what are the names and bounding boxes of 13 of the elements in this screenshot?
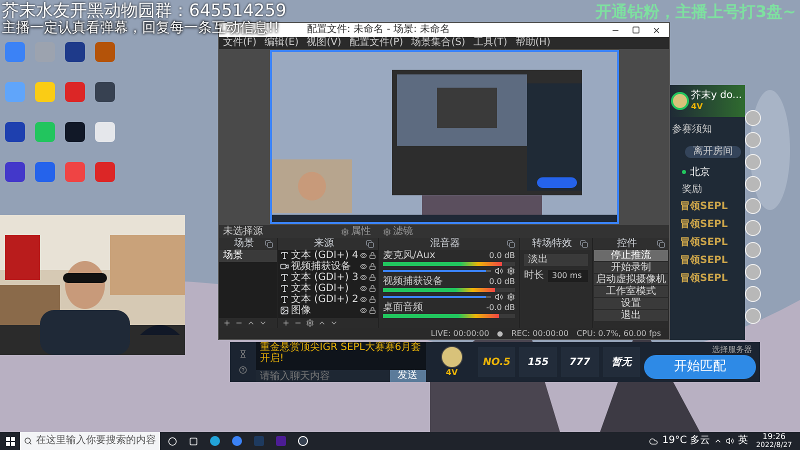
weather-icon	[649, 436, 658, 446]
tray-chevron-icon[interactable]	[714, 437, 722, 445]
weather-text: 19°C 多云	[662, 435, 710, 447]
browser-icon[interactable]	[210, 436, 220, 446]
task-view-icon[interactable]	[189, 436, 198, 446]
search-icon	[24, 437, 32, 445]
search-placeholder: 在这里输入你要搜索的内容	[36, 435, 156, 447]
app-icon[interactable]	[298, 436, 308, 446]
cortana-icon[interactable]	[168, 436, 177, 446]
taskbar-search[interactable]: 在这里输入你要搜索的内容	[20, 432, 160, 450]
ime-indicator[interactable]: 英	[738, 435, 748, 447]
clock-time: 19:26	[762, 433, 786, 441]
speaker-icon[interactable]	[726, 437, 734, 445]
